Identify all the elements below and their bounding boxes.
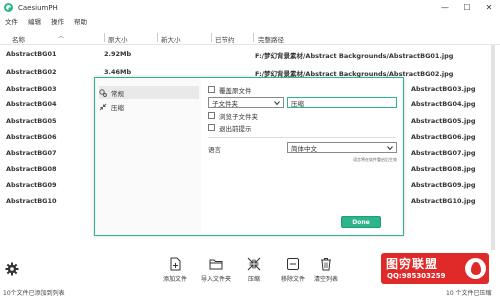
folder-icon <box>209 259 223 270</box>
menu-edit[interactable]: 编辑 <box>28 16 41 26</box>
close-button[interactable]: ✕ <box>478 0 500 15</box>
subfolder-name-input[interactable]: 压缩 <box>287 97 397 108</box>
column-separator <box>157 33 158 42</box>
watermark-qq: QQ:985303259 <box>387 272 446 280</box>
language-value: 简体中文 <box>291 144 317 153</box>
output-mode-select[interactable]: 子文件夹 <box>208 97 284 108</box>
file-path: AbstractBG10.jpg <box>411 197 476 205</box>
menu-help[interactable]: 帮助 <box>74 16 87 26</box>
remove-files-label: 移除文件 <box>280 276 305 283</box>
watermark-badge: 图穷联盟 QQ:985303259 <box>381 253 489 284</box>
restart-hint: 语言将在软件重启后生效 <box>353 157 397 162</box>
compress-button[interactable]: 压缩 <box>234 257 274 287</box>
file-path: F:/梦幻背景素材/Abstract Backgrounds/AbstractB… <box>255 52 454 60</box>
include-subfolders-label: 浏览子文件夹 <box>219 112 258 121</box>
app-logo-icon <box>4 3 13 12</box>
list-scrollbar[interactable] <box>490 45 496 250</box>
import-folder-label: 导入文件夹 <box>200 276 231 283</box>
remove-icon <box>287 258 299 270</box>
file-path: AbstractBG07.jpg <box>411 149 476 157</box>
column-original-size[interactable]: 原大小 <box>108 34 128 44</box>
nav-item-compression-label: 压缩 <box>111 103 124 112</box>
column-saved[interactable]: 已节约 <box>215 34 235 44</box>
checkbox-box[interactable] <box>208 112 215 119</box>
file-name: AbstractBG07 <box>6 149 57 157</box>
checkbox-box[interactable] <box>208 124 215 131</box>
nav-item-general[interactable]: 常规 <box>99 86 199 99</box>
file-name: AbstractBG09 <box>6 181 57 189</box>
file-size: 3.46Mb <box>104 68 132 76</box>
file-name: AbstractBG08 <box>6 165 57 173</box>
file-path: AbstractBG04.jpg <box>411 100 476 108</box>
language-label: 语言 <box>208 146 221 154</box>
column-separator <box>211 33 212 42</box>
trash-icon <box>321 258 331 271</box>
add-file-button[interactable]: 添加文件 <box>155 257 195 287</box>
nav-item-compression[interactable]: 压缩 <box>99 100 199 113</box>
table-row[interactable]: AbstractBG01 2.92Mb F:/梦幻背景素材/Abstract B… <box>0 46 500 61</box>
gear-icon[interactable] <box>5 262 19 276</box>
column-separator <box>104 33 105 42</box>
gears-icon <box>99 88 107 97</box>
file-name: AbstractBG10 <box>6 197 57 205</box>
file-name: AbstractBG06 <box>6 133 57 141</box>
chevron-down-icon <box>387 146 393 151</box>
window-controls: — ☐ ✕ <box>434 0 500 15</box>
file-name: AbstractBG03 <box>6 85 57 93</box>
file-path: AbstractBG03.jpg <box>411 85 476 93</box>
flame-logo-icon <box>465 258 486 279</box>
clear-list-label: 清空列表 <box>313 276 338 283</box>
menu-file[interactable]: 文件 <box>5 16 18 26</box>
menu-action[interactable]: 操作 <box>51 16 64 26</box>
nav-item-general-label: 常规 <box>111 89 124 98</box>
overwrite-checkbox[interactable]: 覆盖原文件 <box>208 85 252 95</box>
subfolder-name-value: 压缩 <box>291 99 304 108</box>
scrollbar-thumb[interactable] <box>491 45 495 250</box>
watermark-title: 图穷联盟 <box>386 257 439 271</box>
compress-label: 压缩 <box>247 276 260 283</box>
overwrite-label: 覆盖原文件 <box>219 86 252 95</box>
file-size: 2.92Mb <box>104 50 132 58</box>
checkbox-box[interactable] <box>208 86 215 93</box>
done-button[interactable]: Done <box>341 216 381 228</box>
file-path: AbstractBG05.jpg <box>411 117 476 125</box>
column-new-size[interactable]: 新大小 <box>161 34 181 44</box>
list-header: ︿ 名称 原大小 新大小 已节约 完整路径 <box>0 30 500 45</box>
preferences-dialog: 常规 压缩 覆盖原文件 子文件夹 压缩 浏览子文件夹 退出前提示 语言 简体中文… <box>94 77 404 236</box>
sort-asc-icon: ︿ <box>58 33 65 40</box>
divider <box>208 137 396 138</box>
exit-prompt-label: 退出前提示 <box>219 124 252 133</box>
file-path: AbstractBG08.jpg <box>411 165 476 173</box>
status-files-compressed: 10 个文件已压缩 <box>446 290 492 297</box>
menu-bar: 文件 编辑 操作 帮助 <box>0 15 500 27</box>
file-name: AbstractBG01 <box>6 50 57 58</box>
file-path: AbstractBG09.jpg <box>411 181 476 189</box>
column-full-path[interactable]: 完整路径 <box>258 34 284 44</box>
include-subfolders-checkbox[interactable]: 浏览子文件夹 <box>208 111 258 121</box>
minimize-button[interactable]: — <box>434 0 456 15</box>
file-name: AbstractBG05 <box>6 117 57 125</box>
status-files-added: 10个文件已添加到列表 <box>3 290 65 297</box>
add-file-label: 添加文件 <box>162 276 187 283</box>
output-mode-value: 子文件夹 <box>212 99 238 108</box>
title-bar: CaesiumPH — ☐ ✕ <box>0 0 500 15</box>
preferences-content: 覆盖原文件 子文件夹 压缩 浏览子文件夹 退出前提示 语言 简体中文 语言将在软… <box>203 78 403 235</box>
column-name[interactable]: 名称 <box>12 34 25 44</box>
chevron-down-icon <box>274 101 280 106</box>
compress-arrows-icon <box>247 257 261 271</box>
exit-prompt-checkbox[interactable]: 退出前提示 <box>208 123 252 133</box>
import-folder-button[interactable]: 导入文件夹 <box>196 257 236 287</box>
clear-list-button[interactable]: 清空列表 <box>306 257 346 287</box>
file-name: AbstractBG02 <box>6 68 57 76</box>
preferences-nav: 常规 压缩 <box>95 78 201 235</box>
language-select[interactable]: 简体中文 <box>287 142 397 153</box>
window-title: CaesiumPH <box>18 3 58 12</box>
file-path: AbstractBG06.jpg <box>411 133 476 141</box>
column-separator <box>253 33 254 42</box>
add-file-icon <box>170 257 181 271</box>
maximize-button[interactable]: ☐ <box>456 0 478 15</box>
file-name: AbstractBG04 <box>6 100 57 108</box>
compress-arrows-icon <box>99 103 107 110</box>
